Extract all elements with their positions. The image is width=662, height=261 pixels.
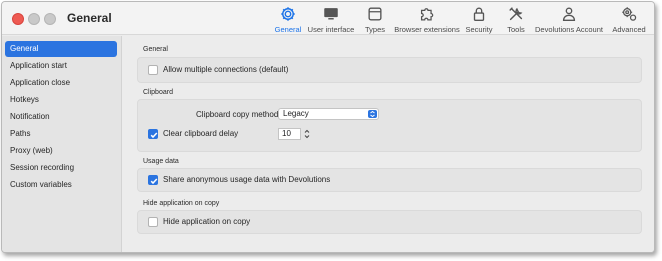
clear-clipboard-delay-input[interactable]: 10 [278, 128, 301, 140]
sidebar-item-paths[interactable]: Paths [5, 126, 117, 142]
share-usage-data-label: Share anonymous usage data with Devoluti… [163, 175, 331, 184]
sidebar-item-proxy-web[interactable]: Proxy (web) [5, 143, 117, 159]
toolbar-item-devolutions-account[interactable]: Devolutions Account [532, 2, 606, 35]
box-icon [368, 7, 382, 21]
checkmark-icon [150, 132, 158, 139]
toolbar-label-security: Security [465, 25, 493, 34]
toolbar-item-general[interactable]: General [271, 2, 305, 35]
gear-icon [281, 7, 295, 21]
monitor-icon [324, 8, 338, 20]
group-clipboard: Clipboard copy method: Legacy Clear clip… [137, 99, 642, 152]
title-bar: General General User interface Types Bro… [2, 2, 654, 35]
clear-clipboard-delay-checkbox[interactable] [148, 129, 158, 139]
preferences-window: General General User interface Types Bro… [1, 1, 655, 253]
toolbar-label-types: Types [364, 25, 385, 34]
allow-multiple-connections-label: Allow multiple connections (default) [163, 65, 289, 74]
section-title-clipboard: Clipboard [143, 89, 173, 96]
clear-clipboard-delay-label: Clear clipboard delay [163, 129, 239, 138]
toolbar-label-browser-extensions: Browser extensions [394, 25, 460, 34]
tools-icon [509, 7, 523, 21]
toolbar-label-devolutions-account: Devolutions Account [535, 25, 603, 34]
gears-icon [622, 7, 637, 21]
settings-content: General Allow multiple connections (defa… [123, 36, 654, 252]
section-title-hide-application: Hide application on copy [143, 200, 220, 207]
section-title-usage-data: Usage data [143, 158, 179, 165]
chevron-updown-icon [368, 110, 377, 118]
group-hide-application: Hide application on copy [137, 210, 642, 234]
allow-multiple-connections-checkbox[interactable] [148, 65, 158, 75]
toolbar-label-general: General [274, 25, 302, 34]
hide-application-on-copy-checkbox[interactable] [148, 217, 158, 227]
toolbar-label-advanced: Advanced [612, 25, 646, 34]
toolbar-label-user-interface: User interface [307, 25, 355, 34]
close-window-button[interactable] [12, 13, 24, 25]
sidebar-item-custom-variables[interactable]: Custom variables [5, 177, 117, 193]
minimize-window-button[interactable] [28, 13, 40, 25]
sidebar-item-hotkeys[interactable]: Hotkeys [5, 92, 117, 108]
toolbar-item-security[interactable]: Security [463, 2, 495, 35]
sidebar-item-general[interactable]: General [5, 41, 117, 57]
clipboard-copy-method-label: Clipboard copy method: [196, 110, 281, 119]
window-title: General [67, 11, 112, 25]
hide-application-on-copy-label: Hide application on copy [163, 217, 251, 226]
person-icon [562, 7, 576, 21]
toolbar-item-browser-extensions[interactable]: Browser extensions [394, 2, 460, 35]
sidebar-item-application-close[interactable]: Application close [5, 75, 117, 91]
checkmark-icon [150, 178, 158, 185]
share-usage-data-checkbox[interactable] [148, 175, 158, 185]
section-title-general: General [143, 46, 168, 53]
sidebar-item-application-start[interactable]: Application start [5, 58, 117, 74]
lock-icon [473, 7, 485, 21]
clipboard-copy-method-value: Legacy [283, 109, 309, 118]
sidebar: General Application start Application cl… [2, 36, 122, 252]
toolbar-item-types[interactable]: Types [361, 2, 389, 35]
toolbar-item-user-interface[interactable]: User interface [306, 2, 356, 35]
sidebar-item-session-recording[interactable]: Session recording [5, 160, 117, 176]
toolbar-item-advanced[interactable]: Advanced [610, 2, 648, 35]
clipboard-copy-method-select[interactable]: Legacy [278, 108, 379, 120]
group-usage-data: Share anonymous usage data with Devoluti… [137, 168, 642, 192]
stepper-icon[interactable] [303, 128, 311, 140]
group-general: Allow multiple connections (default) [137, 57, 642, 83]
sidebar-item-notification[interactable]: Notification [5, 109, 117, 125]
toolbar-label-tools: Tools [507, 25, 525, 34]
toolbar-item-tools[interactable]: Tools [502, 2, 530, 35]
puzzle-icon [420, 8, 434, 21]
maximize-window-button[interactable] [44, 13, 56, 25]
